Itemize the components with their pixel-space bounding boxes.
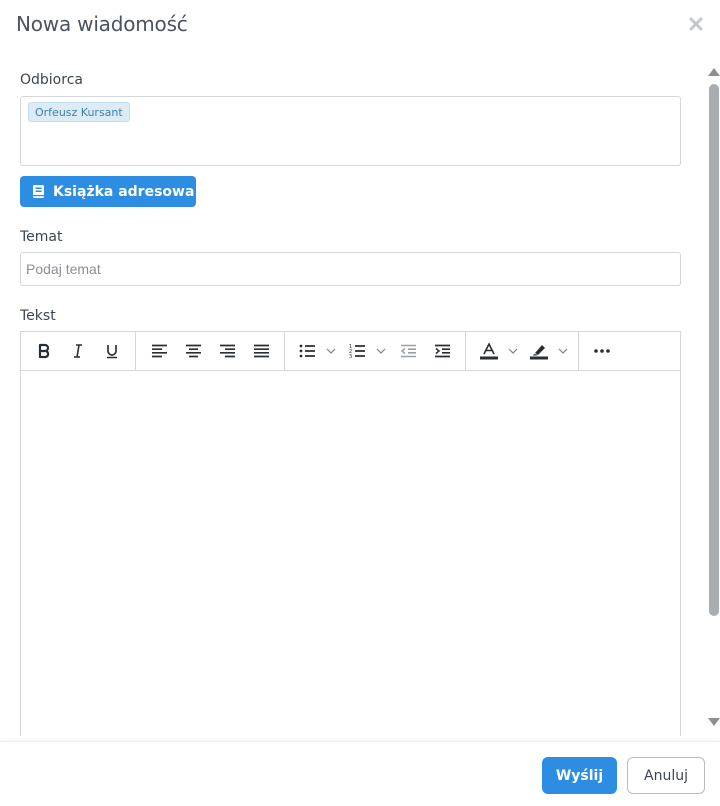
scroll-up-arrow-icon[interactable] bbox=[708, 68, 720, 76]
italic-icon[interactable] bbox=[61, 336, 95, 366]
cancel-button[interactable]: Anuluj bbox=[627, 757, 705, 794]
recipient-chip[interactable]: Orfeusz Kursant bbox=[28, 102, 130, 122]
more-icon[interactable] bbox=[585, 336, 619, 366]
align-left-icon[interactable] bbox=[142, 336, 176, 366]
send-button[interactable]: Wyślij bbox=[542, 757, 617, 794]
chevron-down-icon bbox=[558, 348, 568, 354]
book-icon bbox=[33, 185, 44, 198]
underline-icon[interactable] bbox=[95, 336, 129, 366]
recipient-label: Odbiorca bbox=[20, 72, 83, 88]
align-justify-icon[interactable] bbox=[244, 336, 278, 366]
numbered-list-icon[interactable]: 123 bbox=[341, 336, 391, 366]
toolbar-group-colors bbox=[466, 331, 579, 371]
align-right-icon[interactable] bbox=[210, 336, 244, 366]
outdent-icon[interactable] bbox=[391, 336, 425, 366]
subject-label: Temat bbox=[20, 229, 63, 245]
text-label: Tekst bbox=[20, 308, 56, 324]
toolbar-group-format bbox=[21, 331, 136, 371]
scrollbar-thumb[interactable] bbox=[709, 84, 719, 616]
scroll-down-arrow-icon[interactable] bbox=[708, 718, 720, 726]
address-book-button[interactable]: Książka adresowa bbox=[20, 176, 196, 207]
bulleted-list-icon[interactable] bbox=[291, 336, 341, 366]
rich-text-editor: 123 bbox=[20, 331, 681, 736]
chevron-down-icon bbox=[508, 348, 518, 354]
chevron-down-icon bbox=[326, 348, 336, 354]
toolbar-group-align bbox=[136, 331, 285, 371]
highlight-icon[interactable] bbox=[522, 336, 572, 366]
address-book-label: Książka adresowa bbox=[53, 183, 195, 200]
editor-text-area[interactable] bbox=[21, 371, 680, 736]
svg-text:3: 3 bbox=[349, 354, 352, 359]
close-icon[interactable] bbox=[689, 16, 703, 31]
dialog-content: Odbiorca Orfeusz Kursant Książka adresow… bbox=[0, 60, 704, 736]
toolbar-group-lists: 123 bbox=[285, 331, 466, 371]
bold-icon[interactable] bbox=[27, 336, 61, 366]
subject-input[interactable] bbox=[20, 252, 681, 286]
chevron-down-icon bbox=[376, 348, 386, 354]
recipient-field[interactable]: Orfeusz Kursant bbox=[20, 96, 681, 166]
dialog-title: Nowa wiadomość bbox=[16, 12, 188, 36]
indent-icon[interactable] bbox=[425, 336, 459, 366]
vertical-scrollbar[interactable] bbox=[704, 60, 720, 736]
dialog-footer: Wyślij Anuluj bbox=[0, 741, 720, 806]
editor-toolbar: 123 bbox=[21, 331, 680, 371]
align-center-icon[interactable] bbox=[176, 336, 210, 366]
font-color-icon[interactable] bbox=[472, 336, 522, 366]
toolbar-group-more bbox=[579, 332, 625, 371]
